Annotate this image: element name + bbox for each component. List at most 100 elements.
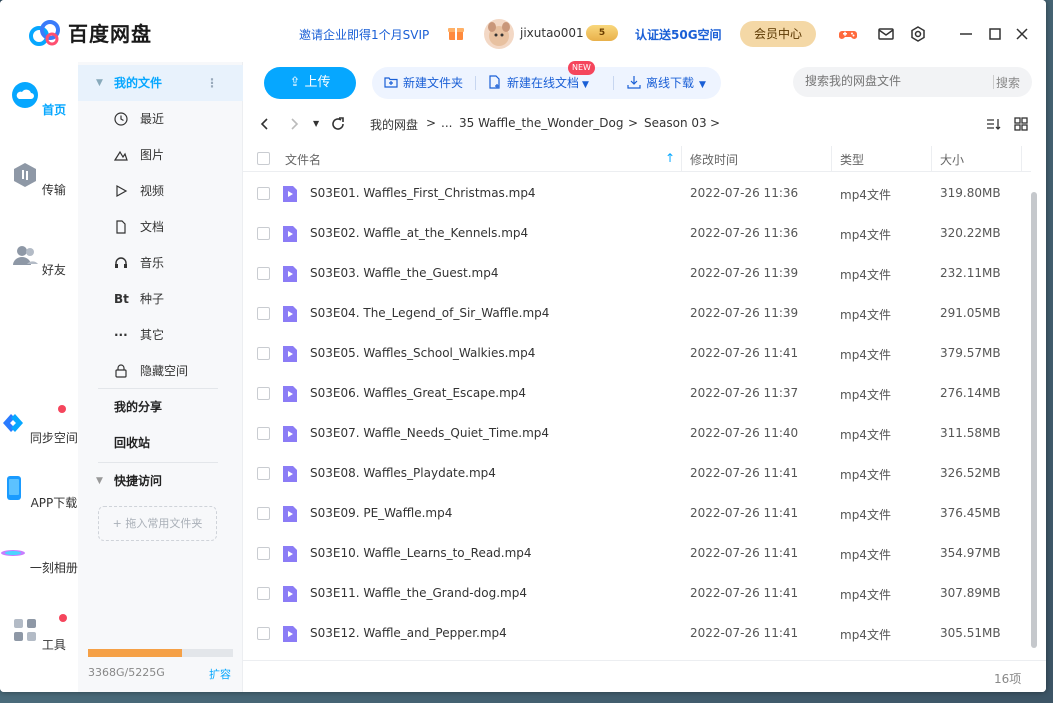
rail-tools[interactable]: 工具 xyxy=(0,617,78,653)
table-row[interactable]: S03E09. PE_Waffle.mp4 2022-07-26 11:41 mp4… xyxy=(243,494,1031,534)
member-center-button[interactable]: 会员中心 xyxy=(740,21,816,47)
table-row[interactable]: S03E02. Waffle_at_the_Kennels.mp4 2022-07… xyxy=(243,214,1031,254)
forward-icon[interactable] xyxy=(286,116,302,132)
folder-item-videos[interactable]: 视频 xyxy=(78,173,243,209)
rail-album[interactable]: 一刻相册 xyxy=(0,540,78,576)
breadcrumb-ellipsis[interactable]: ... xyxy=(441,116,452,130)
file-name[interactable]: S03E11. Waffle_the_Grand-dog.mp4 xyxy=(310,586,527,600)
search-input[interactable] xyxy=(805,74,985,88)
file-name[interactable]: S03E03. Waffle_the_Guest.mp4 xyxy=(310,266,499,280)
recycle-bin-link[interactable]: 回收站 xyxy=(78,425,243,461)
table-row[interactable]: S03E01. Waffles_First_Christmas.mp4 2022-… xyxy=(243,174,1031,214)
file-name[interactable]: S03E07. Waffle_Needs_Quiet_Time.mp4 xyxy=(310,426,549,440)
row-checkbox[interactable] xyxy=(257,507,270,520)
row-checkbox[interactable] xyxy=(257,187,270,200)
refresh-icon[interactable] xyxy=(330,116,346,132)
row-checkbox[interactable] xyxy=(257,227,270,240)
row-checkbox[interactable] xyxy=(257,307,270,320)
folder-item-images[interactable]: 图片 xyxy=(78,137,243,173)
minimize-icon[interactable] xyxy=(957,25,975,43)
select-all-checkbox[interactable] xyxy=(257,152,270,165)
offline-download-button[interactable]: 离线下载 ▼ xyxy=(627,67,706,99)
settings-icon[interactable] xyxy=(909,25,927,43)
app-logo[interactable]: 百度网盘 xyxy=(28,18,152,47)
my-files-header[interactable]: ▼ 我的文件 ⋮ xyxy=(78,65,243,101)
column-separator[interactable] xyxy=(681,146,682,172)
verify-link[interactable]: 认证送50G空间 xyxy=(635,26,722,43)
table-row[interactable]: S03E11. Waffle_the_Grand-dog.mp4 2022-07-… xyxy=(243,574,1031,614)
file-name[interactable]: S03E06. Waffles_Great_Escape.mp4 xyxy=(310,386,526,400)
vertical-scrollbar[interactable] xyxy=(1031,192,1037,648)
file-name[interactable]: S03E10. Waffle_Learns_to_Read.mp4 xyxy=(310,546,532,560)
file-name[interactable]: S03E05. Waffles_School_Walkies.mp4 xyxy=(310,346,535,360)
folder-item-torrents[interactable]: Bt 种子 xyxy=(78,281,243,317)
column-separator[interactable] xyxy=(931,146,932,172)
row-checkbox[interactable] xyxy=(257,267,270,280)
upload-button[interactable]: ⇪ 上传 xyxy=(264,67,356,99)
row-checkbox[interactable] xyxy=(257,347,270,360)
file-name[interactable]: S03E12. Waffle_and_Pepper.mp4 xyxy=(310,626,507,640)
search-button[interactable]: 搜索 xyxy=(996,74,1020,91)
close-icon[interactable] xyxy=(1013,25,1031,43)
rail-home[interactable]: 首页 xyxy=(0,82,78,118)
more-options-icon[interactable]: ⋮ xyxy=(206,65,218,101)
breadcrumb-folder-season[interactable]: Season 03 xyxy=(644,116,707,130)
row-checkbox[interactable] xyxy=(257,427,270,440)
expand-storage-link[interactable]: 扩容 xyxy=(209,666,231,682)
rail-app-download[interactable]: APP下载 xyxy=(0,475,78,511)
folder-item-other[interactable]: ··· 其它 xyxy=(78,317,243,353)
table-row[interactable]: S03E06. Waffles_Great_Escape.mp4 2022-07-… xyxy=(243,374,1031,414)
file-name[interactable]: S03E04. The_Legend_of_Sir_Waffle.mp4 xyxy=(310,306,549,320)
header-type[interactable]: 类型 xyxy=(840,151,864,168)
table-row[interactable]: S03E04. The_Legend_of_Sir_Waffle.mp4 2022… xyxy=(243,294,1031,334)
vip-level-badge[interactable]: 5 xyxy=(586,25,618,41)
gift-icon[interactable] xyxy=(447,25,465,41)
file-modified-time: 2022-07-26 11:41 xyxy=(690,346,799,360)
table-row[interactable]: S03E08. Waffles_Playdate.mp4 2022-07-26 1… xyxy=(243,454,1031,494)
invite-svip-link[interactable]: 邀请企业即得1个月SVIP xyxy=(299,26,429,43)
table-row[interactable]: S03E07. Waffle_Needs_Quiet_Time.mp4 2022-… xyxy=(243,414,1031,454)
gamepad-icon[interactable] xyxy=(839,25,857,43)
table-row[interactable]: S03E12. Waffle_and_Pepper.mp4 2022-07-26 … xyxy=(243,614,1031,654)
header-filename[interactable]: 文件名 xyxy=(285,151,321,168)
rail-transfer[interactable]: 传输 xyxy=(0,162,78,198)
quick-access-header[interactable]: ▼ 快捷访问 xyxy=(78,463,243,499)
row-checkbox[interactable] xyxy=(257,587,270,600)
sort-up-arrow-icon[interactable]: ↑ xyxy=(665,151,675,165)
folder-item-music[interactable]: 音乐 xyxy=(78,245,243,281)
folder-item-hidden-space[interactable]: 隐藏空间 xyxy=(78,353,243,389)
column-separator[interactable] xyxy=(1021,146,1022,172)
drop-folder-zone[interactable]: + 拖入常用文件夹 xyxy=(98,506,217,541)
column-separator[interactable] xyxy=(831,146,832,172)
rail-friends[interactable]: 好友 xyxy=(0,242,78,278)
maximize-icon[interactable] xyxy=(986,25,1004,43)
row-checkbox[interactable] xyxy=(257,387,270,400)
file-name[interactable]: S03E08. Waffles_Playdate.mp4 xyxy=(310,466,496,480)
username[interactable]: jixutao001 xyxy=(520,26,584,40)
mail-icon[interactable] xyxy=(877,25,895,43)
file-name[interactable]: S03E02. Waffle_at_the_Kennels.mp4 xyxy=(310,226,528,240)
table-row[interactable]: S03E05. Waffles_School_Walkies.mp4 2022-0… xyxy=(243,334,1031,374)
recycle-bin-label: 回收站 xyxy=(114,436,151,450)
table-row[interactable]: S03E03. Waffle_the_Guest.mp4 2022-07-26 1… xyxy=(243,254,1031,294)
rail-sync-space[interactable]: 同步空间 xyxy=(0,410,78,446)
row-checkbox[interactable] xyxy=(257,627,270,640)
sort-icon[interactable] xyxy=(985,116,1001,132)
header-modified[interactable]: 修改时间 xyxy=(690,151,738,168)
header-size[interactable]: 大小 xyxy=(940,151,964,168)
row-checkbox[interactable] xyxy=(257,467,270,480)
new-folder-button[interactable]: 新建文件夹 xyxy=(384,67,463,99)
history-dropdown-icon[interactable]: ▼ xyxy=(313,119,319,128)
breadcrumb-folder-show[interactable]: 35 Waffle_the_Wonder_Dog xyxy=(459,116,623,130)
user-avatar[interactable] xyxy=(484,19,514,49)
grid-view-icon[interactable] xyxy=(1013,116,1029,132)
file-name[interactable]: S03E09. PE_Waffle.mp4 xyxy=(310,506,452,520)
row-checkbox[interactable] xyxy=(257,547,270,560)
table-row[interactable]: S03E10. Waffle_Learns_to_Read.mp4 2022-07… xyxy=(243,534,1031,574)
file-name[interactable]: S03E01. Waffles_First_Christmas.mp4 xyxy=(310,186,536,200)
back-icon[interactable] xyxy=(257,116,273,132)
breadcrumb-root[interactable]: 我的网盘 xyxy=(370,116,418,133)
folder-item-recent[interactable]: 最近 xyxy=(78,101,243,137)
my-share-link[interactable]: 我的分享 xyxy=(78,389,243,425)
folder-item-documents[interactable]: 文档 xyxy=(78,209,243,245)
